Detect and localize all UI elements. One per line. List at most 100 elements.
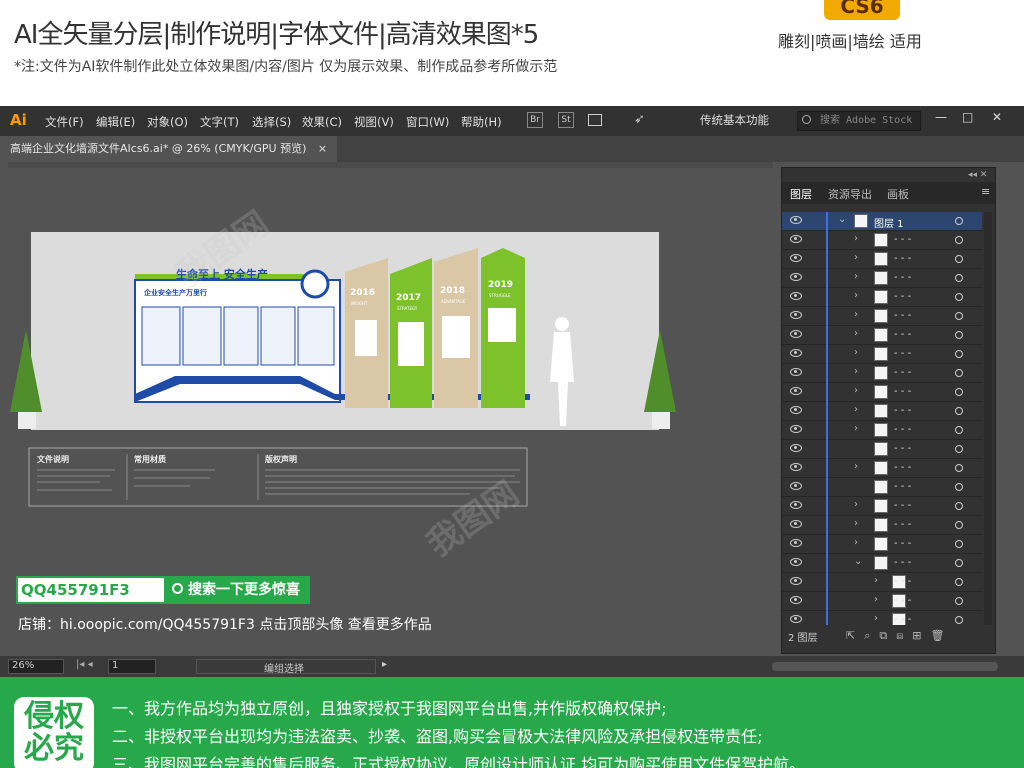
- visibility-eye-icon[interactable]: [790, 254, 802, 262]
- layer-row[interactable]: › - - -: [782, 269, 982, 288]
- layer-row[interactable]: › - - -: [782, 402, 982, 421]
- status-play-icon[interactable]: ▸: [382, 659, 387, 670]
- minimize-button[interactable]: —: [935, 110, 947, 124]
- chevron-right-icon[interactable]: ›: [874, 594, 878, 605]
- chevron-right-icon[interactable]: ›: [854, 290, 858, 301]
- chevron-right-icon[interactable]: ›: [854, 309, 858, 320]
- visibility-eye-icon[interactable]: [790, 444, 802, 452]
- menu-window[interactable]: 窗口(W): [406, 114, 449, 130]
- menu-type[interactable]: 文字(T): [200, 114, 239, 130]
- layer-row[interactable]: › - - -: [782, 611, 982, 625]
- panel-footer-icons[interactable]: ⇱⌕⧉⧈⊞🗑: [846, 629, 953, 643]
- chevron-right-icon[interactable]: ›: [854, 271, 858, 282]
- menu-edit[interactable]: 编辑(E): [96, 114, 135, 130]
- tab-asset-export[interactable]: 资源导出: [828, 186, 872, 202]
- visibility-eye-icon[interactable]: [790, 349, 802, 357]
- visibility-eye-icon[interactable]: [790, 596, 802, 604]
- target-circle-icon[interactable]: [955, 331, 963, 339]
- stock-button[interactable]: St: [558, 112, 574, 128]
- target-circle-icon[interactable]: [955, 540, 963, 548]
- target-circle-icon[interactable]: [955, 293, 963, 301]
- menu-help[interactable]: 帮助(H): [461, 114, 502, 130]
- layer-row[interactable]: › - - -: [782, 383, 982, 402]
- chevron-right-icon[interactable]: ›: [854, 499, 858, 510]
- chevron-right-icon[interactable]: ›: [854, 366, 858, 377]
- layer-row[interactable]: › - - -: [782, 497, 982, 516]
- target-circle-icon[interactable]: [955, 559, 963, 567]
- menu-file[interactable]: 文件(F): [45, 114, 84, 130]
- chevron-right-icon[interactable]: ›: [854, 404, 858, 415]
- visibility-eye-icon[interactable]: [790, 387, 802, 395]
- visibility-eye-icon[interactable]: [790, 539, 802, 547]
- maximize-button[interactable]: □: [962, 110, 973, 124]
- target-circle-icon[interactable]: [955, 274, 963, 282]
- visibility-eye-icon[interactable]: [790, 273, 802, 281]
- visibility-eye-icon[interactable]: [790, 216, 802, 224]
- zoom-field[interactable]: 26%: [8, 659, 64, 674]
- page-field[interactable]: 1: [108, 659, 156, 674]
- chevron-right-icon[interactable]: ›: [874, 613, 878, 624]
- chevron-right-icon[interactable]: ›: [854, 233, 858, 244]
- collapse-panel-icon[interactable]: ◂◂ ✕: [968, 170, 987, 180]
- shop-link[interactable]: 店铺：hi.ooopic.com/QQ455791F3 点击顶部头像 查看更多作…: [18, 614, 432, 634]
- visibility-eye-icon[interactable]: [790, 235, 802, 243]
- arrange-documents-icon[interactable]: [588, 114, 602, 126]
- document-tab[interactable]: 高端企业文化墙源文件AIcs6.ai* @ 26% (CMYK/GPU 预览) …: [0, 136, 338, 162]
- layer-row[interactable]: › - - -: [782, 231, 982, 250]
- tab-layers[interactable]: 图层: [790, 186, 812, 202]
- chevron-right-icon[interactable]: ›: [854, 423, 858, 434]
- visibility-eye-icon[interactable]: [790, 501, 802, 509]
- chevron-down-icon[interactable]: ⌄: [838, 214, 846, 225]
- chevron-right-icon[interactable]: ›: [854, 461, 858, 472]
- visibility-eye-icon[interactable]: [790, 482, 802, 490]
- visibility-eye-icon[interactable]: [790, 425, 802, 433]
- layer-row[interactable]: › - - -: [782, 459, 982, 478]
- chevron-right-icon[interactable]: ›: [854, 328, 858, 339]
- layer-row[interactable]: › - - -: [782, 345, 982, 364]
- target-circle-icon[interactable]: [955, 445, 963, 453]
- layer-row-top[interactable]: ⌄ 图层 1: [782, 212, 982, 231]
- chevron-right-icon[interactable]: ⌄: [854, 556, 862, 567]
- layer-row[interactable]: › - - -: [782, 307, 982, 326]
- horizontal-scrollbar[interactable]: [772, 662, 998, 671]
- chevron-right-icon[interactable]: ›: [874, 575, 878, 586]
- target-circle-icon[interactable]: [955, 578, 963, 586]
- layer-row[interactable]: ⌄ - - -: [782, 554, 982, 573]
- target-circle-icon[interactable]: [955, 407, 963, 415]
- visibility-eye-icon[interactable]: [790, 463, 802, 471]
- close-tab-button[interactable]: ×: [318, 142, 327, 155]
- layer-row[interactable]: › - - -: [782, 250, 982, 269]
- chevron-right-icon[interactable]: ›: [854, 347, 858, 358]
- menu-effect[interactable]: 效果(C): [302, 114, 342, 130]
- layer-row[interactable]: › - - -: [782, 535, 982, 554]
- visibility-eye-icon[interactable]: [790, 368, 802, 376]
- target-circle-icon[interactable]: [955, 369, 963, 377]
- chevron-right-icon[interactable]: ›: [854, 385, 858, 396]
- layer-row[interactable]: › - - -: [782, 288, 982, 307]
- layer-row[interactable]: › - - -: [782, 573, 982, 592]
- layer-row[interactable]: › - - -: [782, 364, 982, 383]
- close-window-button[interactable]: ✕: [992, 110, 1002, 124]
- menu-select[interactable]: 选择(S): [252, 114, 291, 130]
- target-circle-icon[interactable]: [955, 426, 963, 434]
- visibility-eye-icon[interactable]: [790, 558, 802, 566]
- visibility-eye-icon[interactable]: [790, 615, 802, 623]
- target-circle-icon[interactable]: [955, 521, 963, 529]
- workspace-switcher[interactable]: 传统基本功能: [700, 112, 769, 128]
- layers-scrollbar[interactable]: [984, 212, 992, 625]
- visibility-eye-icon[interactable]: [790, 311, 802, 319]
- layer-row[interactable]: - - -: [782, 440, 982, 459]
- menu-object[interactable]: 对象(O): [147, 114, 188, 130]
- bridge-button[interactable]: Br: [527, 112, 543, 128]
- stock-search-input[interactable]: 搜索 Adobe Stock: [797, 111, 921, 131]
- layer-row[interactable]: - - -: [782, 478, 982, 497]
- gpu-performance-icon[interactable]: ➶: [634, 112, 645, 127]
- qq-field[interactable]: QQ455791F3: [16, 576, 166, 604]
- chevron-right-icon[interactable]: ›: [854, 252, 858, 263]
- target-circle-icon[interactable]: [955, 483, 963, 491]
- visibility-eye-icon[interactable]: [790, 520, 802, 528]
- target-circle-icon[interactable]: [955, 236, 963, 244]
- layer-row[interactable]: › - - -: [782, 326, 982, 345]
- target-circle-icon[interactable]: [955, 464, 963, 472]
- target-circle-icon[interactable]: [955, 388, 963, 396]
